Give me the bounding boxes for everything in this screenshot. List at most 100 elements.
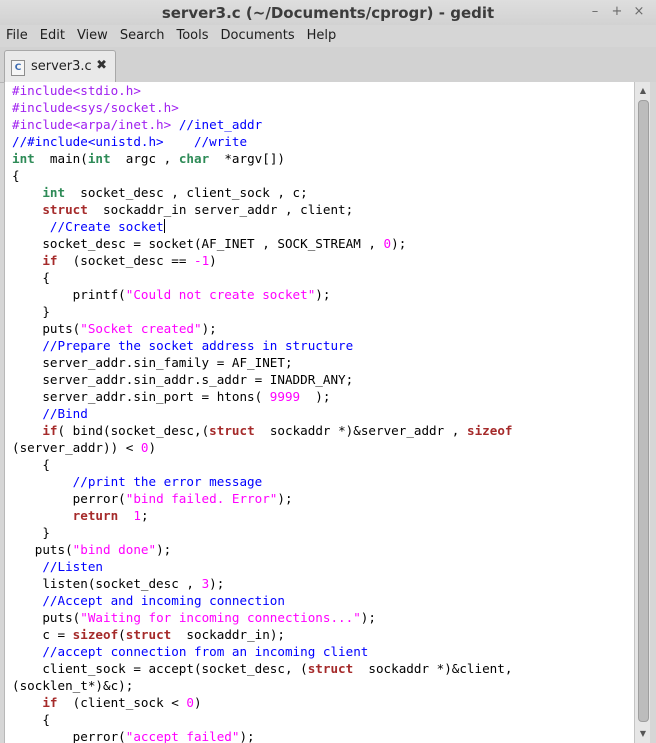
menu-file[interactable]: File [0, 25, 34, 47]
code-line[interactable]: #include<arpa/inet.h> //inet_addr [12, 116, 512, 133]
code-token: int [42, 185, 66, 200]
c-file-icon: C [11, 60, 25, 76]
menu-help[interactable]: Help [301, 25, 343, 47]
code-line[interactable]: (socklen_t*)&c); [12, 677, 512, 694]
code-editor[interactable]: #include<stdio.h> #include<sys/socket.h> #… [4, 82, 635, 743]
code-line[interactable]: perror("accept failed"); [12, 728, 512, 743]
code-token: } [12, 304, 50, 319]
code-line[interactable]: if( bind(socket_desc,(struct sockaddr *)… [12, 422, 512, 439]
code-line[interactable]: { [12, 269, 512, 286]
code-token: char [178, 151, 210, 166]
code-line[interactable]: { [12, 167, 512, 184]
code-line[interactable]: puts("bind done"); [12, 541, 512, 558]
code-token: //Bind [42, 406, 88, 421]
menu-tools[interactable]: Tools [170, 25, 214, 47]
menu-view[interactable]: View [71, 25, 114, 47]
code-token: //Prepare the socket address in structur… [42, 338, 354, 353]
code-line[interactable]: #include<stdio.h> [12, 82, 512, 99]
code-line[interactable]: } [12, 524, 512, 541]
code-token: ); [360, 610, 376, 625]
code-line[interactable]: return 1; [12, 507, 512, 524]
code-line[interactable]: //Accept and incoming connection [12, 592, 512, 609]
code-line[interactable]: server_addr.sin_family = AF_INET; [12, 354, 512, 371]
code-token: ); [300, 389, 331, 404]
vertical-scrollbar[interactable]: ▲ ▼ [634, 82, 651, 743]
code-token: "accept failed" [125, 729, 240, 743]
code-line[interactable]: puts("Socket created"); [12, 320, 512, 337]
code-line[interactable]: if (socket_desc == -1) [12, 252, 512, 269]
code-token: 0 [383, 236, 392, 251]
code-line[interactable]: server_addr.sin_addr.s_addr = INADDR_ANY… [12, 371, 512, 388]
code-line[interactable]: //print the error message [12, 473, 512, 490]
code-line[interactable]: int main(int argc , char *argv[]) [12, 150, 512, 167]
code-token: if [42, 423, 58, 438]
code-line[interactable]: if (client_sock < 0) [12, 694, 512, 711]
code-token: sockaddr *)&server_addr , [254, 423, 467, 438]
code-token: ) [209, 253, 217, 268]
code-token: ); [201, 321, 217, 336]
code-token: "bind failed. Error" [125, 491, 278, 506]
menu-edit[interactable]: Edit [34, 25, 71, 47]
code-token: { [12, 457, 50, 472]
code-line[interactable]: #include<sys/socket.h> [12, 99, 512, 116]
code-line[interactable]: (server_addr)) < 0) [12, 439, 512, 456]
code-token: socket_desc , client_sock , c; [65, 185, 308, 200]
code-token: "Waiting for incoming connections..." [80, 610, 361, 625]
code-line[interactable]: socket_desc = socket(AF_INET , SOCK_STRE… [12, 235, 512, 252]
code-token: ); [239, 729, 255, 743]
code-token: return [72, 508, 119, 523]
menu-documents[interactable]: Documents [215, 25, 301, 47]
close-icon[interactable]: × [630, 3, 648, 21]
code-line[interactable]: //Create socket [12, 218, 512, 235]
code-token: ) [148, 440, 157, 455]
code-line[interactable]: client_sock = accept(socket_desc, (struc… [12, 660, 512, 677]
menu-search[interactable]: Search [114, 25, 171, 47]
code-token: //Listen [42, 559, 104, 574]
code-token: #include<stdio.h> [12, 83, 141, 98]
code-token: ; [140, 508, 149, 523]
tab-close-icon[interactable]: ✖ [96, 58, 107, 73]
code-token: printf( [12, 287, 126, 302]
code-token: puts( [12, 610, 81, 625]
code-line[interactable]: struct sockaddr_in server_addr , client; [12, 201, 512, 218]
code-line[interactable]: listen(socket_desc , 3); [12, 575, 512, 592]
code-token: //Create socket [49, 219, 164, 234]
minimize-icon[interactable]: – [586, 3, 604, 21]
scroll-up-icon[interactable]: ▲ [635, 84, 651, 98]
code-token: ); [209, 576, 225, 591]
code-line[interactable]: printf("Could not create socket"); [12, 286, 512, 303]
maximize-icon[interactable]: + [608, 3, 626, 21]
code-line[interactable]: puts("Waiting for incoming connections..… [12, 609, 512, 626]
code-token: server_addr.sin_family = AF_INET; [12, 355, 293, 370]
code-line[interactable]: //accept connection from an incoming cli… [12, 643, 512, 660]
code-token: } [12, 525, 50, 540]
code-line[interactable]: perror("bind failed. Error"); [12, 490, 512, 507]
code-line[interactable]: server_addr.sin_port = htons( 9999 ); [12, 388, 512, 405]
scroll-down-icon[interactable]: ▼ [635, 727, 651, 741]
code-line[interactable]: } [12, 303, 512, 320]
code-line[interactable]: //Listen [12, 558, 512, 575]
code-line[interactable]: //Bind [12, 405, 512, 422]
code-token: sockaddr_in); [171, 627, 285, 642]
code-line[interactable]: //Prepare the socket address in structur… [12, 337, 512, 354]
code-token: puts( [12, 321, 81, 336]
tab-server3-c[interactable]: C server3.c ✖ [4, 50, 116, 83]
code-token: argc , [110, 151, 179, 166]
code-line[interactable]: { [12, 711, 512, 728]
code-line[interactable]: { [12, 456, 512, 473]
code-token: struct [125, 627, 172, 642]
code-token: if [42, 253, 58, 268]
code-line[interactable]: //#include<unistd.h> //write [12, 133, 512, 150]
code-line[interactable]: int socket_desc , client_sock , c; [12, 184, 512, 201]
scrollbar-thumb[interactable] [638, 100, 649, 722]
code-line[interactable]: c = sizeof(struct sockaddr_in); [12, 626, 512, 643]
code-text[interactable]: #include<stdio.h> #include<sys/socket.h> #… [12, 82, 512, 743]
code-token: { [12, 270, 50, 285]
